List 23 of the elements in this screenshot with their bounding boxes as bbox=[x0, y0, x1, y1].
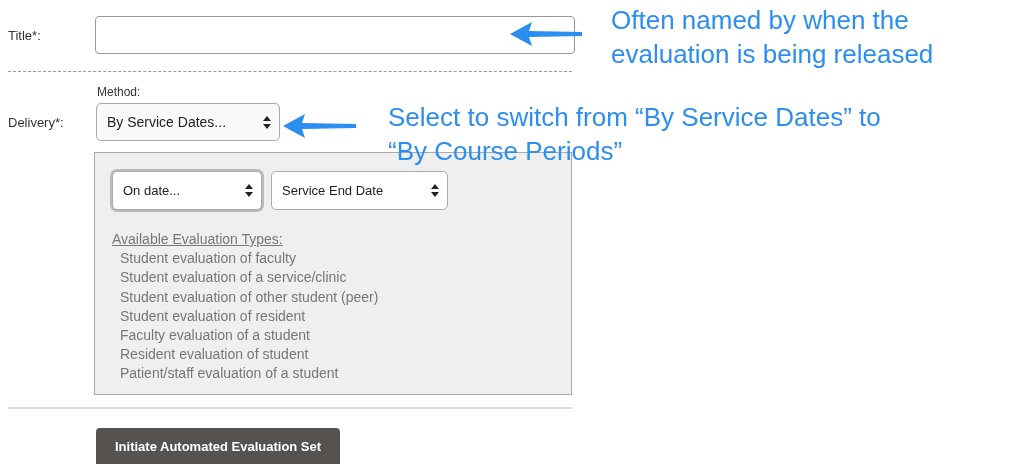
types-heading: Available Evaluation Types: bbox=[112, 230, 284, 249]
delivery-label: Delivery*: bbox=[8, 114, 65, 130]
evaluation-type: Student evaluation of faculty bbox=[119, 249, 297, 269]
method-label: Method: bbox=[97, 85, 142, 99]
evaluation-type: Student evaluation of resident bbox=[119, 306, 307, 326]
callout-text: Often named by when the evaluation is being released bbox=[611, 4, 935, 71]
title-label: Title*: bbox=[8, 27, 42, 43]
evaluation-type: Student evaluation of other student (peer) bbox=[119, 287, 380, 307]
date-dropdown[interactable]: Service End Date bbox=[271, 171, 448, 210]
sort-arrows-icon bbox=[245, 184, 253, 197]
evaluation-type: Resident evaluation of student bbox=[119, 345, 310, 365]
sort-arrows-icon bbox=[263, 115, 271, 129]
evaluation-type: Faculty evaluation of a student bbox=[119, 326, 311, 345]
evaluation-type: Patient/staff evaluation of a student bbox=[119, 364, 340, 384]
arrow-icon bbox=[510, 21, 582, 47]
sort-arrows-icon bbox=[431, 184, 439, 197]
timing-dropdown[interactable]: On date... bbox=[112, 171, 262, 210]
evaluation-type: Student evaluation of a service/clinic bbox=[119, 268, 348, 288]
method-dropdown[interactable]: By Service Dates... bbox=[96, 103, 280, 141]
callout-text: Select to switch from “By Service Dates” to “By Course Periods” bbox=[388, 101, 882, 168]
title-field[interactable] bbox=[95, 16, 575, 54]
arrow-icon bbox=[283, 113, 356, 139]
initiate-button[interactable]: Initiate Automated Evaluation Set bbox=[96, 428, 341, 464]
